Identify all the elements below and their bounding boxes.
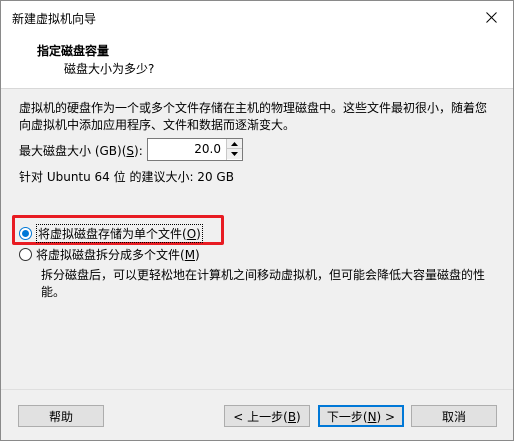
help-button-label: 帮助 (48, 409, 73, 424)
page-subtitle: 磁盘大小为多少? (64, 62, 155, 76)
close-button[interactable] (469, 1, 513, 34)
next-button-text: 下一步( (326, 409, 368, 424)
radio-multiple-files-text: 将虚拟磁盘拆分成多个文件( (36, 248, 185, 262)
radio-multiple-files-access-key: M (184, 248, 196, 262)
title-bar: 新建虚拟机向导 (1, 1, 513, 34)
page-title: 指定磁盘容量 (37, 44, 110, 58)
radio-single-file-indicator[interactable] (19, 227, 32, 240)
split-disk-description: 拆分磁盘后，可以更轻松地在计算机之间移动虚拟机，但可能会降低大容量磁盘的性能。 (41, 268, 486, 299)
max-disk-size-spinbox[interactable]: 20.0 (147, 138, 243, 161)
cancel-button[interactable]: 取消 (411, 405, 497, 427)
new-vm-wizard-window: 新建虚拟机向导 指定磁盘容量 磁盘大小为多少? 虚拟机的硬盘作为一个或多个文件存… (0, 0, 514, 441)
max-disk-size-label-text: 最大磁盘大小 (GB)( (19, 144, 127, 158)
next-button[interactable]: 下一步(N) > (318, 405, 404, 427)
max-disk-size-access-key: S (126, 144, 135, 158)
arrow-down-icon (231, 152, 238, 156)
next-button-label: 下一步(N) > (327, 408, 395, 425)
arrow-up-icon (231, 141, 238, 146)
max-disk-size-value[interactable]: 20.0 (194, 142, 221, 156)
radio-single-file-text: 将虚拟磁盘存储为单个文件( (38, 227, 187, 241)
radio-multiple-files[interactable]: 将虚拟磁盘拆分成多个文件(M) (19, 246, 200, 263)
spin-buttons (226, 139, 242, 160)
max-disk-size-label-suffix: ): (134, 144, 143, 158)
window-title: 新建虚拟机向导 (12, 12, 97, 26)
wizard-header: 指定磁盘容量 磁盘大小为多少? (1, 34, 513, 89)
spin-up-button[interactable] (227, 139, 242, 149)
cancel-button-label: 取消 (441, 409, 466, 424)
back-button-access-key: B (287, 409, 297, 424)
help-button[interactable]: 帮助 (18, 405, 104, 427)
radio-multiple-files-indicator[interactable] (19, 248, 32, 261)
radio-single-file-label[interactable]: 将虚拟磁盘存储为单个文件(O) (36, 224, 203, 243)
max-disk-size-label: 最大磁盘大小 (GB)(S): (19, 142, 143, 159)
back-button-suffix: ) (296, 409, 301, 424)
next-button-suffix: ) > (376, 409, 396, 424)
back-button-text: < 上一步( (233, 409, 288, 424)
radio-single-file[interactable]: 将虚拟磁盘存储为单个文件(O) (19, 224, 203, 243)
disk-description: 虚拟机的硬盘作为一个或多个文件存储在主机的物理磁盘中。这些文件最初很小，随着您向… (19, 101, 488, 132)
radio-multiple-files-label[interactable]: 将虚拟磁盘拆分成多个文件(M) (36, 246, 200, 263)
back-button-label: < 上一步(B) (233, 408, 300, 425)
radio-multiple-files-suffix: ) (195, 248, 200, 262)
close-icon (485, 12, 497, 23)
back-button[interactable]: < 上一步(B) (224, 405, 310, 427)
recommended-size-text: 针对 Ubuntu 64 位 的建议大小: 20 GB (19, 170, 234, 184)
next-button-access-key: N (367, 409, 377, 424)
footer-divider (1, 389, 513, 390)
radio-single-file-access-key: O (186, 227, 197, 241)
spin-down-button[interactable] (227, 149, 242, 159)
radio-single-file-suffix: ) (196, 227, 201, 241)
